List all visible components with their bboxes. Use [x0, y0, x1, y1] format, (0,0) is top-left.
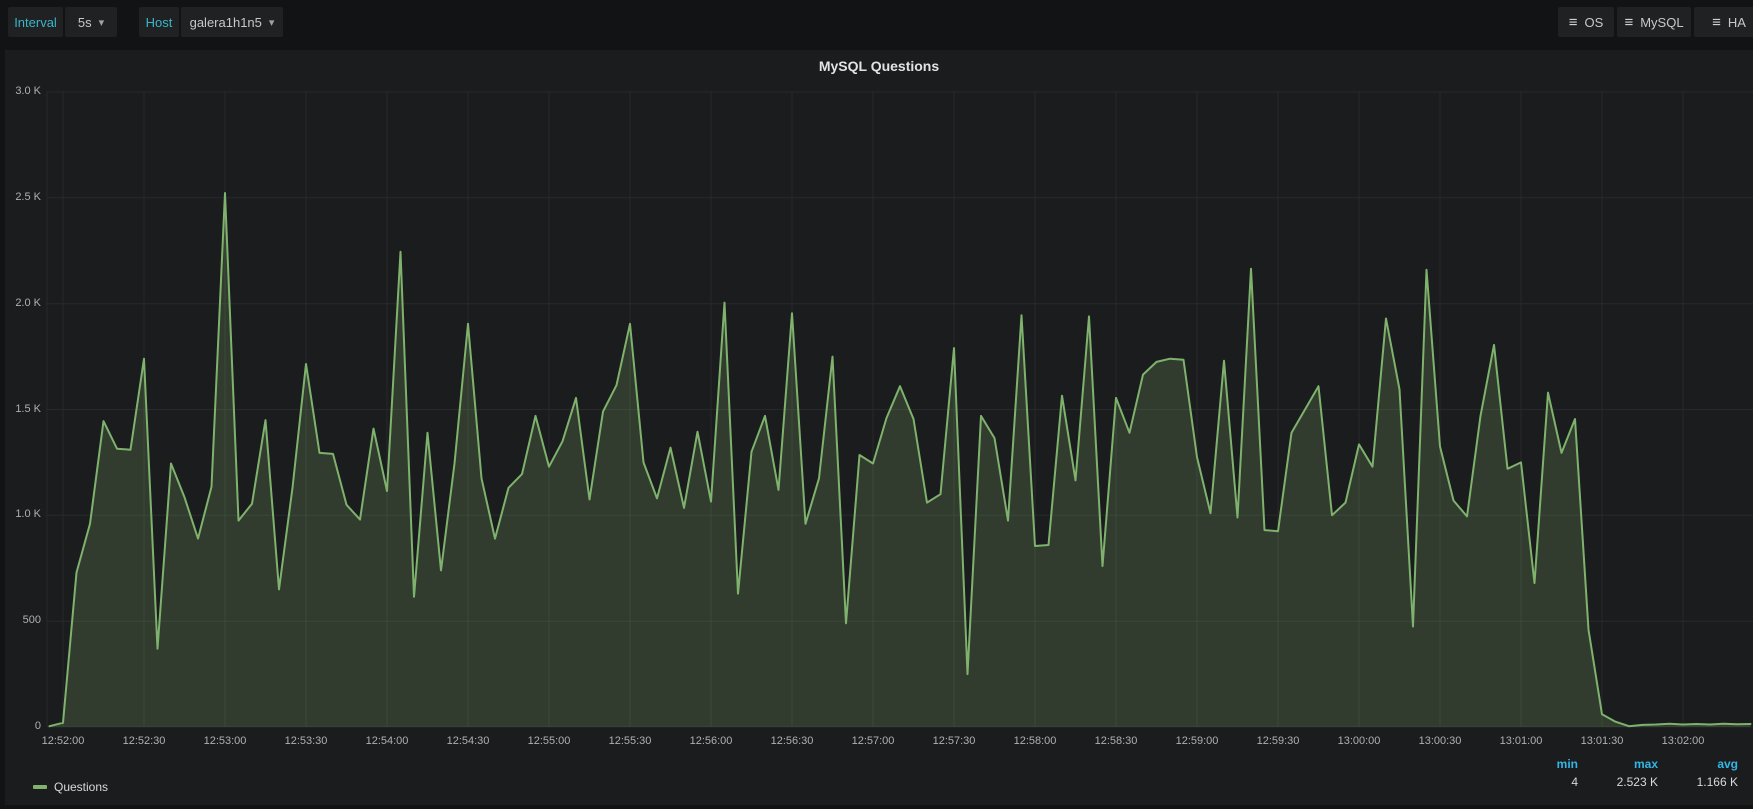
x-tick-label: 12:54:30 — [428, 735, 508, 747]
y-tick-label: 0 — [0, 720, 41, 732]
x-tick-label: 12:58:30 — [1076, 735, 1156, 747]
x-tick-label: 13:01:00 — [1481, 735, 1561, 747]
stat-max: max 2.523 K — [1578, 756, 1658, 792]
legend-stats: min 4 max 2.523 K avg 1.166 K — [1523, 756, 1738, 792]
legend-series-marker — [33, 785, 47, 789]
x-tick-label: 12:56:00 — [671, 735, 751, 747]
stat-avg-value: 1.166 K — [1697, 772, 1738, 792]
y-tick-label: 1.5 K — [0, 403, 41, 415]
legend: Questions — [33, 778, 108, 796]
x-tick-label: 12:55:00 — [509, 735, 589, 747]
y-tick-label: 500 — [0, 614, 41, 626]
series-area — [50, 193, 1751, 727]
x-tick-label: 12:53:30 — [266, 735, 346, 747]
x-tick-label: 12:57:00 — [833, 735, 913, 747]
x-tick-label: 13:00:00 — [1319, 735, 1399, 747]
stat-avg-label: avg — [1717, 756, 1738, 772]
y-tick-label: 2.5 K — [0, 191, 41, 203]
stat-min-label: min — [1557, 756, 1578, 772]
x-tick-label: 12:52:30 — [104, 735, 184, 747]
x-tick-label: 13:01:30 — [1562, 735, 1642, 747]
stat-max-label: max — [1634, 756, 1658, 772]
stat-max-value: 2.523 K — [1617, 772, 1658, 792]
y-tick-label: 3.0 K — [0, 85, 41, 97]
y-tick-label: 1.0 K — [0, 508, 41, 520]
page: Interval 5s Host galera1h1n5 OS MySQL HA… — [0, 0, 1753, 809]
x-tick-label: 12:55:30 — [590, 735, 670, 747]
x-tick-label: 12:57:30 — [914, 735, 994, 747]
legend-series-label[interactable]: Questions — [54, 780, 108, 794]
x-tick-label: 12:59:30 — [1238, 735, 1318, 747]
x-tick-label: 12:54:00 — [347, 735, 427, 747]
chart-canvas[interactable] — [0, 0, 1753, 809]
stat-min: min 4 — [1523, 756, 1578, 792]
stat-min-value: 4 — [1571, 772, 1578, 792]
x-tick-label: 12:53:00 — [185, 735, 265, 747]
x-tick-label: 12:56:30 — [752, 735, 832, 747]
stat-avg: avg 1.166 K — [1658, 756, 1738, 792]
y-tick-label: 2.0 K — [0, 297, 41, 309]
x-tick-label: 12:52:00 — [23, 735, 103, 747]
x-tick-label: 13:00:30 — [1400, 735, 1480, 747]
x-tick-label: 12:58:00 — [995, 735, 1075, 747]
x-tick-label: 12:59:00 — [1157, 735, 1237, 747]
x-tick-label: 13:02:00 — [1643, 735, 1723, 747]
